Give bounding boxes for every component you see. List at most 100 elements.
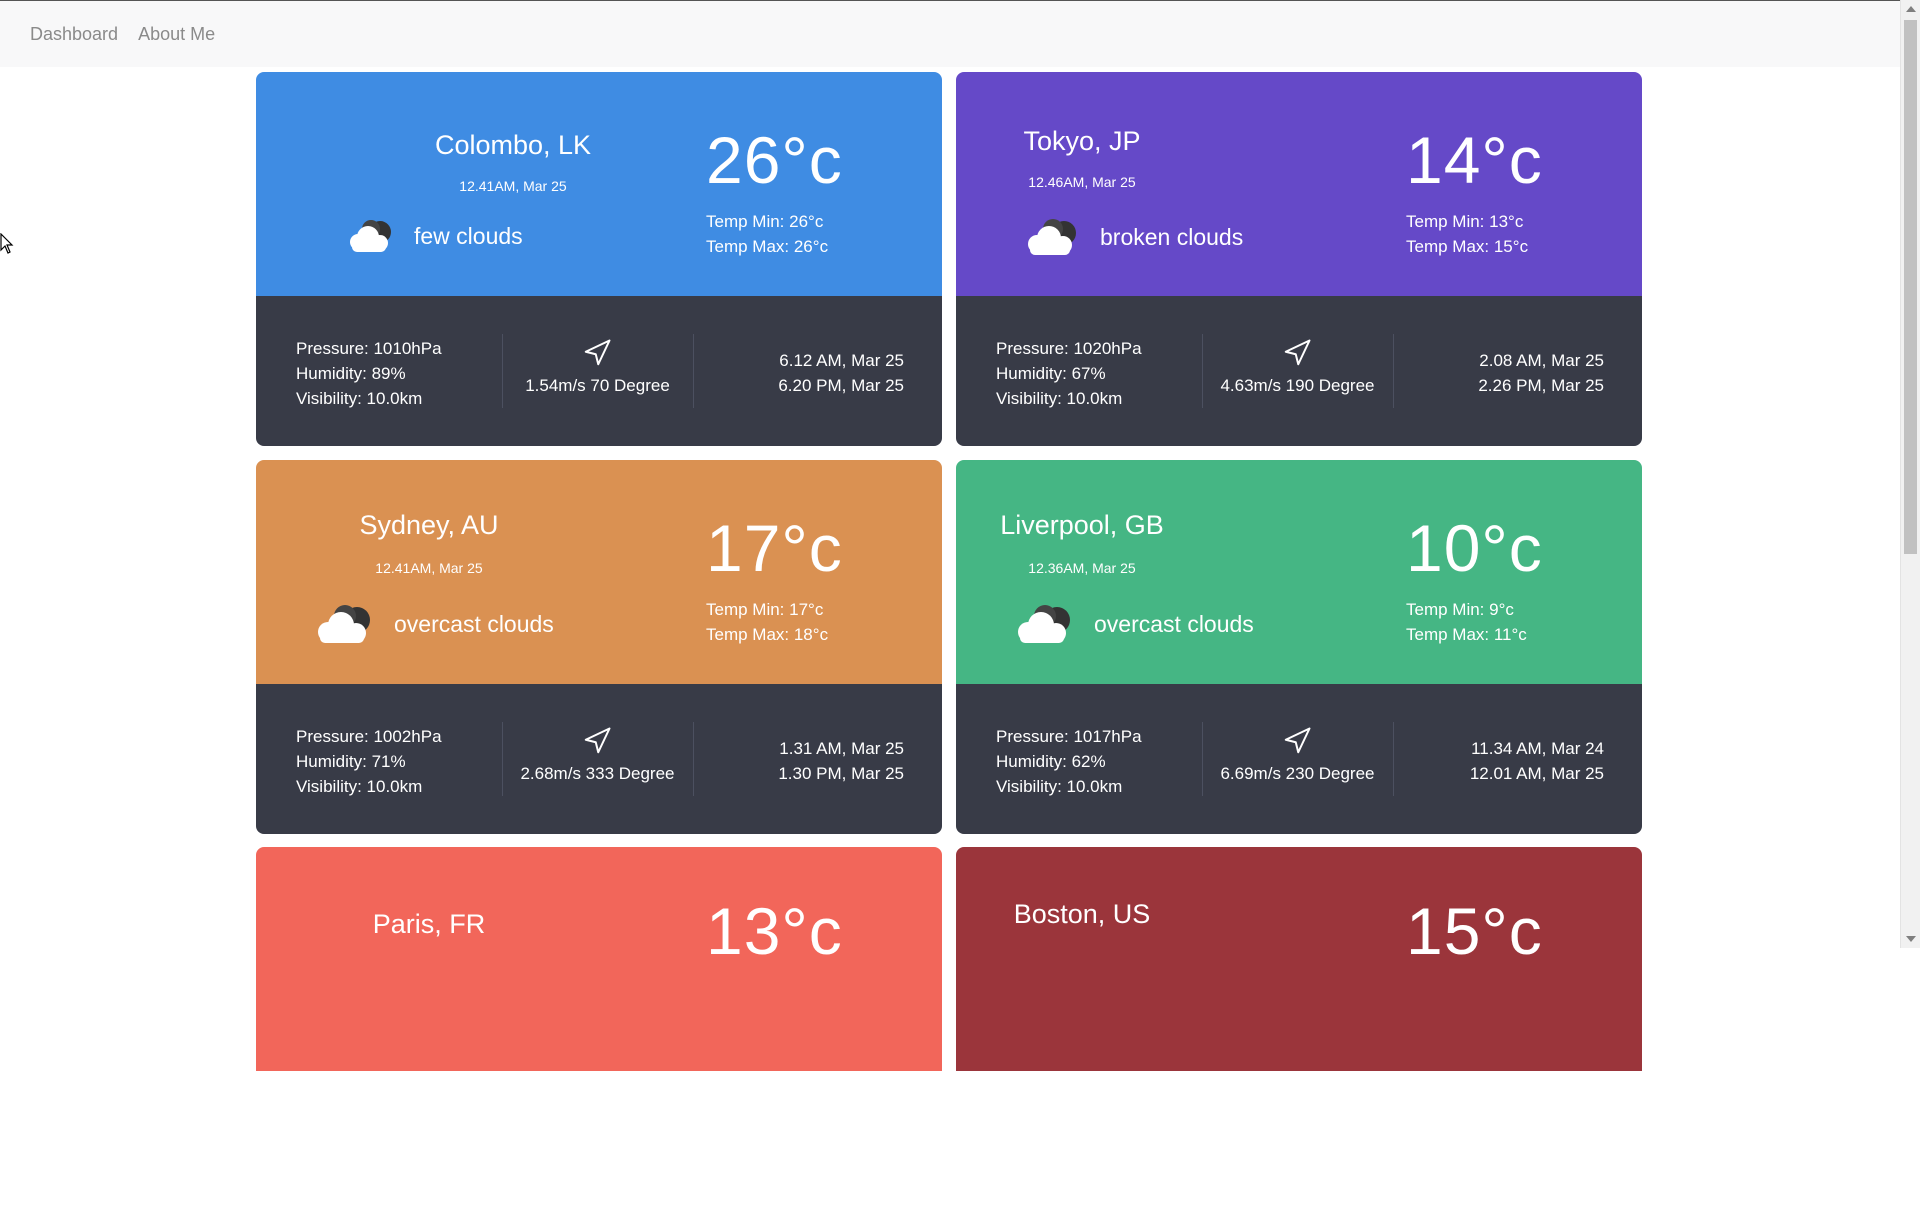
weather-card-colombo[interactable]: Colombo, LK 12.41AM, Mar 25 few clouds 2…: [256, 72, 942, 446]
pressure: Pressure: 1002hPa: [296, 727, 442, 746]
cloud-icon: [318, 605, 370, 643]
wind-info: 6.69m/s 230 Degree: [1220, 764, 1375, 783]
pressure: Pressure: 1010hPa: [296, 339, 442, 358]
navigation-arrow-icon: [584, 727, 611, 754]
card-details: Pressure: 1020hPa Humidity: 67% Visibili…: [956, 296, 1642, 446]
condition-text: overcast clouds: [394, 610, 554, 637]
wind-info: 1.54m/s 70 Degree: [525, 376, 670, 395]
divider: [1202, 722, 1203, 796]
temperature: 14°c: [1406, 123, 1543, 197]
city-name: Sydney, AU: [359, 510, 499, 540]
divider: [502, 334, 503, 408]
visibility: Visibility: 10.0km: [996, 389, 1123, 408]
temperature: 13°c: [706, 894, 843, 968]
humidity: Humidity: 89%: [296, 364, 406, 383]
city-name: Tokyo, JP: [1023, 126, 1141, 156]
sunrise: 6.12 AM, Mar 25: [779, 351, 904, 370]
temp-min: Temp Min: 17°c: [706, 600, 824, 619]
stats-block: Pressure: 1020hPa Humidity: 67% Visibili…: [996, 336, 1142, 411]
temp-max: Temp Max: 18°c: [706, 625, 829, 644]
stats-block: Pressure: 1002hPa Humidity: 71% Visibili…: [296, 724, 442, 799]
wind-info: 4.63m/s 190 Degree: [1220, 376, 1375, 395]
condition-text: broken clouds: [1100, 223, 1244, 250]
sunset: 12.01 AM, Mar 25: [1469, 764, 1604, 783]
scroll-thumb[interactable]: [1904, 20, 1917, 554]
visibility: Visibility: 10.0km: [296, 777, 423, 796]
card-header: Sydney, AU 12.41AM, Mar 25 overcast clou…: [256, 460, 942, 684]
card-header: Paris, FR 13°c: [256, 847, 942, 1071]
wind-info: 2.68m/s 333 Degree: [520, 764, 675, 783]
temperature: 10°c: [1406, 511, 1543, 585]
card-details: Pressure: 1010hPa Humidity: 89% Visibili…: [256, 296, 942, 446]
condition-row: overcast clouds: [1014, 604, 1254, 644]
card-header: Colombo, LK 12.41AM, Mar 25 few clouds 2…: [256, 72, 942, 296]
cloud-icon: [1018, 605, 1070, 643]
city-name: Liverpool, GB: [1000, 510, 1164, 540]
temp-max: Temp Max: 11°c: [1406, 625, 1527, 644]
scroll-up-arrow-icon[interactable]: [1906, 6, 1916, 12]
sunset: 2.26 PM, Mar 25: [1478, 376, 1604, 395]
divider: [502, 722, 503, 796]
scroll-down-arrow-icon[interactable]: [1906, 936, 1916, 942]
weather-card-boston[interactable]: Boston, US 15°c: [956, 847, 1642, 1221]
humidity: Humidity: 62%: [996, 752, 1106, 771]
navbar: Dashboard About Me: [0, 1, 1900, 67]
sunrise: 1.31 AM, Mar 25: [779, 739, 904, 758]
card-header: Liverpool, GB 12.36AM, Mar 25 overcast c…: [956, 460, 1642, 684]
navigation-arrow-icon: [584, 339, 611, 366]
humidity: Humidity: 67%: [996, 364, 1106, 383]
temperature: 17°c: [706, 511, 843, 585]
condition-row: few clouds: [346, 218, 523, 254]
vertical-scrollbar[interactable]: [1900, 0, 1920, 948]
visibility: Visibility: 10.0km: [996, 777, 1123, 796]
mouse-cursor-icon: [0, 233, 14, 254]
temp-max: Temp Max: 26°c: [706, 237, 829, 256]
card-details: Pressure: 1002hPa Humidity: 71% Visibili…: [256, 684, 942, 834]
pressure: Pressure: 1020hPa: [996, 339, 1142, 358]
sun-times: 2.08 AM, Mar 25 2.26 PM, Mar 25: [1394, 348, 1604, 398]
temp-min: Temp Min: 13°c: [1406, 212, 1524, 231]
card-details: Pressure: 1017hPa Humidity: 62% Visibili…: [956, 684, 1642, 834]
weather-card-paris[interactable]: Paris, FR 13°c: [256, 847, 942, 1221]
humidity: Humidity: 71%: [296, 752, 406, 771]
temp-min: Temp Min: 26°c: [706, 212, 824, 231]
stats-block: Pressure: 1017hPa Humidity: 62% Visibili…: [996, 724, 1142, 799]
temperature: 26°c: [706, 123, 843, 197]
temp-max: Temp Max: 15°c: [1406, 237, 1529, 256]
local-time: 12.41AM, Mar 25: [375, 560, 483, 576]
weather-card-tokyo[interactable]: Tokyo, JP 12.46AM, Mar 25 broken clouds …: [956, 72, 1642, 446]
sun-times: 11.34 AM, Mar 24 12.01 AM, Mar 25: [1394, 736, 1604, 786]
nav-about-me-link[interactable]: About Me: [138, 24, 215, 45]
nav-dashboard-link[interactable]: Dashboard: [30, 24, 118, 45]
navigation-arrow-icon: [1284, 339, 1311, 366]
divider: [1202, 334, 1203, 408]
condition-text: few clouds: [414, 222, 523, 249]
weather-card-liverpool[interactable]: Liverpool, GB 12.36AM, Mar 25 overcast c…: [956, 460, 1642, 834]
local-time: 12.41AM, Mar 25: [459, 178, 567, 194]
sun-times: 6.12 AM, Mar 25 6.20 PM, Mar 25: [694, 348, 904, 398]
cloud-icon: [350, 220, 391, 252]
stats-block: Pressure: 1010hPa Humidity: 89% Visibili…: [296, 336, 442, 411]
weather-card-sydney[interactable]: Sydney, AU 12.41AM, Mar 25 overcast clou…: [256, 460, 942, 834]
condition-row: overcast clouds: [314, 604, 554, 644]
condition-text: overcast clouds: [1094, 610, 1254, 637]
cloud-icon: [1028, 219, 1076, 255]
temperature: 15°c: [1406, 894, 1543, 968]
city-name: Boston, US: [1013, 899, 1151, 929]
card-header: Boston, US 15°c: [956, 847, 1642, 1071]
temp-min: Temp Min: 9°c: [1406, 600, 1514, 619]
local-time: 12.36AM, Mar 25: [1028, 560, 1136, 576]
sunset: 6.20 PM, Mar 25: [778, 376, 904, 395]
sun-times: 1.31 AM, Mar 25 1.30 PM, Mar 25: [694, 736, 904, 786]
city-name: Colombo, LK: [434, 130, 592, 160]
card-header: Tokyo, JP 12.46AM, Mar 25 broken clouds …: [956, 72, 1642, 296]
sunrise: 2.08 AM, Mar 25: [1479, 351, 1604, 370]
sunset: 1.30 PM, Mar 25: [778, 764, 904, 783]
city-name: Paris, FR: [372, 909, 486, 939]
pressure: Pressure: 1017hPa: [996, 727, 1142, 746]
local-time: 12.46AM, Mar 25: [1028, 174, 1136, 190]
condition-row: broken clouds: [1024, 218, 1243, 256]
navigation-arrow-icon: [1284, 727, 1311, 754]
sunrise: 11.34 AM, Mar 24: [1471, 739, 1604, 758]
visibility: Visibility: 10.0km: [296, 389, 423, 408]
